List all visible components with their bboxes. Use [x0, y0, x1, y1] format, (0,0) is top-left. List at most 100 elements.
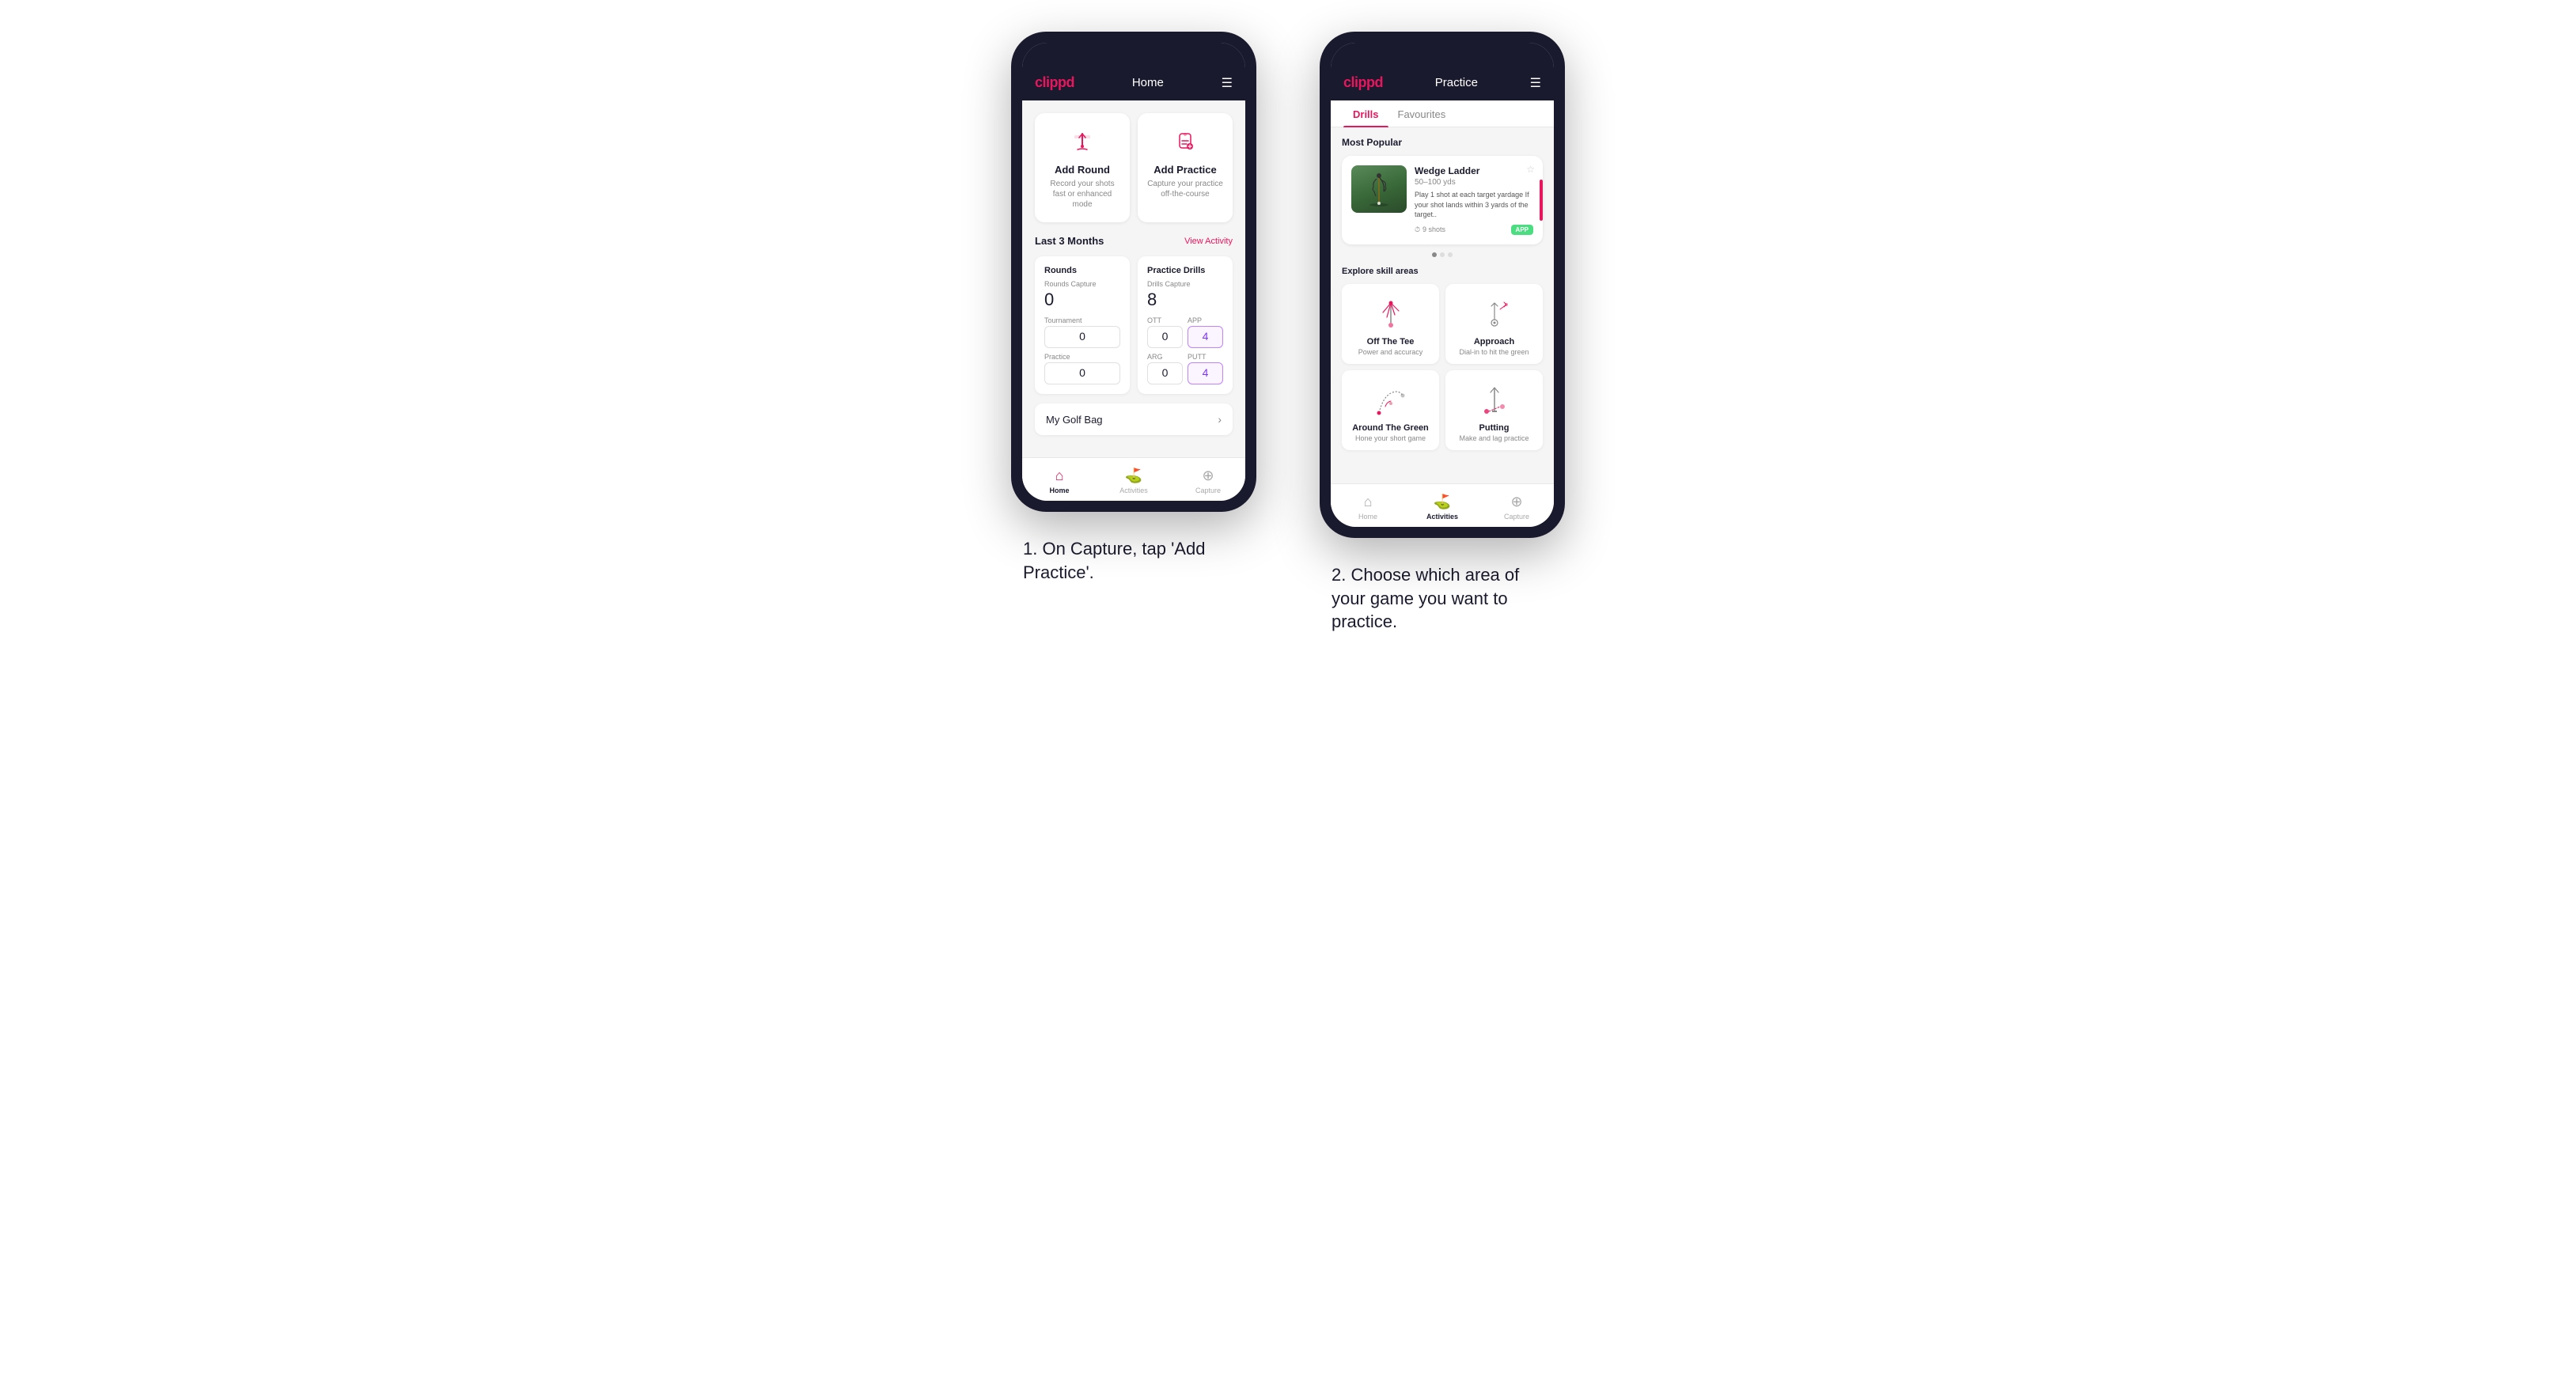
home-icon-2: ⌂ [1364, 494, 1373, 510]
atg-desc: Hone your short game [1355, 434, 1426, 442]
skill-card-atg[interactable]: Around The Green Hone your short game [1342, 370, 1439, 450]
clock-icon: ⏱ [1415, 225, 1420, 234]
golf-bag-row[interactable]: My Golf Bag › [1035, 403, 1233, 435]
nav-capture-1[interactable]: ⊕ Capture [1171, 464, 1245, 498]
tab-drills[interactable]: Drills [1343, 100, 1388, 127]
app-logo-1: clippd [1035, 74, 1074, 91]
caption-2: 2. Choose which area of your game you wa… [1332, 563, 1553, 634]
tournament-stat: Tournament 0 [1044, 316, 1120, 348]
most-popular-title: Most Popular [1342, 137, 1543, 148]
skill-card-putting[interactable]: Putting Make and lag practice [1445, 370, 1543, 450]
hamburger-icon-1[interactable]: ☰ [1222, 75, 1233, 91]
caption-1: 1. On Capture, tap 'Add Practice'. [1023, 537, 1244, 584]
practice-stat: Practice 0 [1044, 353, 1120, 384]
app-value: 4 [1203, 330, 1209, 343]
nav-capture-2[interactable]: ⊕ Capture [1479, 490, 1554, 524]
approach-desc: Dial-in to hit the green [1459, 348, 1529, 356]
app-box: 4 [1188, 326, 1223, 348]
tournament-value: 0 [1079, 330, 1085, 343]
drills-capture-value: 8 [1147, 290, 1223, 310]
putting-name: Putting [1479, 423, 1510, 433]
drills-title: Practice Drills [1147, 266, 1223, 275]
ott-stat: OTT 0 [1147, 316, 1183, 348]
phone-1-screen: clippd Home ☰ [1022, 43, 1245, 501]
phone-2-screen: clippd Practice ☰ Drills Favourites [1331, 43, 1554, 527]
chevron-right-icon: › [1218, 413, 1222, 426]
featured-footer: ⏱ 9 shots APP [1415, 225, 1533, 235]
header-title-1: Home [1132, 76, 1164, 89]
nav-home-1[interactable]: ⌂ Home [1022, 464, 1097, 498]
atg-name: Around The Green [1352, 423, 1429, 433]
add-round-card[interactable]: Add Round Record your shots fast or enha… [1035, 113, 1130, 222]
off-the-tee-desc: Power and accuracy [1358, 348, 1423, 356]
putt-box: 4 [1188, 362, 1223, 384]
capture-label-1: Capture [1195, 487, 1221, 494]
practice-label: Practice [1044, 353, 1120, 361]
putt-stat: PUTT 4 [1188, 353, 1223, 384]
bottom-nav-1: ⌂ Home ⛳ Activities ⊕ Capture [1022, 457, 1245, 501]
skill-grid: Off The Tee Power and accuracy [1342, 284, 1543, 450]
add-round-desc: Record your shots fast or enhanced mode [1044, 179, 1120, 210]
phone-notch [1086, 43, 1181, 65]
tournament-label: Tournament [1044, 316, 1120, 324]
capture-label-2: Capture [1504, 513, 1529, 521]
drills-sub-stats: OTT 0 APP 4 [1147, 316, 1223, 348]
practice-box: 0 [1044, 362, 1120, 384]
featured-card[interactable]: Wedge Ladder 50–100 yds Play 1 shot at e… [1342, 156, 1543, 244]
capture-icon-1: ⊕ [1202, 468, 1214, 484]
putt-label: PUTT [1188, 353, 1223, 361]
stats-grid: Rounds Rounds Capture 0 Tournament 0 [1035, 256, 1233, 394]
practice-drills-card: Practice Drills Drills Capture 8 OTT 0 [1138, 256, 1233, 394]
nav-activities-1[interactable]: ⛳ Activities [1097, 464, 1171, 498]
view-activity-link[interactable]: View Activity [1184, 237, 1233, 246]
featured-desc: Play 1 shot at each target yardage If yo… [1415, 190, 1533, 220]
dots-indicator [1342, 252, 1543, 257]
app-stat: APP 4 [1188, 316, 1223, 348]
add-round-title: Add Round [1055, 164, 1110, 176]
action-cards: Add Round Record your shots fast or enha… [1035, 113, 1233, 222]
activities-icon-2: ⛳ [1434, 494, 1451, 510]
add-practice-title: Add Practice [1154, 164, 1216, 176]
ott-value: 0 [1162, 330, 1169, 343]
tab-favourites[interactable]: Favourites [1388, 100, 1456, 127]
featured-title: Wedge Ladder [1415, 165, 1533, 176]
phone-1-frame: clippd Home ☰ [1011, 32, 1256, 512]
last-months-title: Last 3 Months [1035, 235, 1104, 247]
add-round-icon [1066, 126, 1098, 157]
nav-activities-2[interactable]: ⛳ Activities [1405, 490, 1479, 524]
phone-notch-2 [1395, 43, 1490, 65]
star-icon[interactable]: ☆ [1526, 164, 1535, 175]
tabs-row: Drills Favourites [1331, 100, 1554, 127]
arg-stat: ARG 0 [1147, 353, 1183, 384]
ott-label: OTT [1147, 316, 1183, 324]
golf-bag-section: My Golf Bag › [1035, 403, 1233, 435]
drills-capture-label: Drills Capture [1147, 280, 1223, 288]
home-icon-1: ⌂ [1055, 468, 1064, 484]
explore-title: Explore skill areas [1342, 267, 1543, 276]
dot-3 [1448, 252, 1453, 257]
app-badge: APP [1511, 225, 1533, 235]
app-label: APP [1188, 316, 1223, 324]
capture-icon-2: ⊕ [1510, 494, 1522, 510]
ott-box: 0 [1147, 326, 1183, 348]
add-practice-card[interactable]: Add Practice Capture your practice off-t… [1138, 113, 1233, 222]
featured-image [1351, 165, 1407, 213]
putting-desc: Make and lag practice [1459, 434, 1529, 442]
rounds-capture-label: Rounds Capture [1044, 280, 1120, 288]
rounds-sub-stats: Tournament 0 [1044, 316, 1120, 348]
last-months-header: Last 3 Months View Activity [1035, 235, 1233, 247]
off-the-tee-visual [1371, 295, 1411, 331]
golf-bag-label: My Golf Bag [1046, 414, 1103, 426]
right-accent [1540, 180, 1543, 221]
home-label-1: Home [1049, 487, 1069, 494]
header-title-2: Practice [1435, 76, 1478, 89]
skill-card-approach[interactable]: Approach Dial-in to hit the green [1445, 284, 1543, 364]
skill-card-off-the-tee[interactable]: Off The Tee Power and accuracy [1342, 284, 1439, 364]
bottom-nav-2: ⌂ Home ⛳ Activities ⊕ Capture [1331, 483, 1554, 527]
shots-count: ⏱ 9 shots [1415, 225, 1445, 234]
nav-home-2[interactable]: ⌂ Home [1331, 490, 1405, 524]
hamburger-icon-2[interactable]: ☰ [1530, 75, 1541, 91]
tournament-box: 0 [1044, 326, 1120, 348]
app-logo-2: clippd [1343, 74, 1383, 91]
dot-1 [1432, 252, 1437, 257]
